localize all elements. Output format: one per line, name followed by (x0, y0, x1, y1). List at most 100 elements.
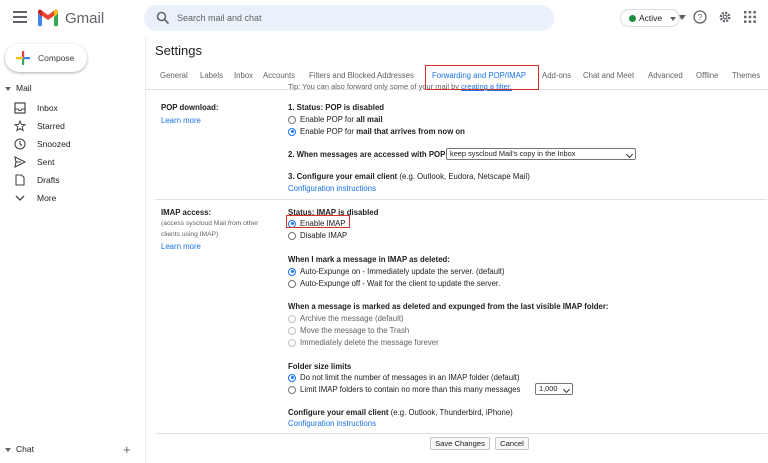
collapse-icon (5, 86, 11, 91)
tab-add-ons[interactable]: Add-ons (542, 71, 571, 80)
pop-all-mail-option[interactable]: Enable POP for all mail (288, 114, 383, 125)
radio-button[interactable] (288, 231, 296, 240)
sidebar-item-inbox[interactable]: Inbox (0, 99, 140, 117)
radio-button[interactable] (288, 115, 296, 124)
pop-status: 1. Status: POP is disabled (288, 103, 385, 112)
pop-configure-client: 3. Configure your email client (e.g. Out… (288, 172, 530, 181)
option-label: Move the message to the Trash (300, 326, 410, 335)
pop-configuration-instructions-link[interactable]: Configuration instructions (288, 184, 376, 193)
section-divider (155, 199, 767, 200)
select-value: keep syscloud Mail's copy in the Inbox (450, 149, 576, 158)
gmail-logo[interactable]: Gmail (36, 9, 104, 27)
radio-button-selected[interactable] (288, 373, 296, 382)
inbox-icon (14, 102, 26, 114)
pop-from-now-option[interactable]: Enable POP for mail that arrives from no… (288, 126, 465, 137)
disable-imap-option[interactable]: Disable IMAP (288, 230, 347, 241)
no-limit-option[interactable]: Do not limit the number of messages in a… (288, 372, 520, 383)
sidebar-item-label: Inbox (37, 103, 58, 113)
page-title: Settings (155, 43, 202, 58)
status-selector[interactable]: Active (620, 9, 680, 27)
help-icon[interactable]: ? (693, 10, 707, 24)
chevron-down-icon (670, 17, 676, 21)
send-icon (14, 156, 26, 168)
archive-option[interactable]: Archive the message (default) (288, 313, 404, 324)
tab-themes[interactable]: Themes (732, 71, 760, 80)
nav-section-label: Mail (16, 83, 32, 93)
sidebar-item-label: More (37, 193, 57, 203)
tab-filters[interactable]: Filters and Blocked Addresses (309, 71, 414, 80)
settings-gear-icon[interactable] (718, 10, 732, 24)
plus-icon (16, 51, 30, 65)
pop-learn-more-link[interactable]: Learn more (161, 116, 201, 125)
sidebar-item-label: Drafts (37, 175, 60, 185)
radio-button-disabled[interactable] (288, 338, 296, 347)
limit-option[interactable]: Limit IMAP folders to contain no more th… (288, 384, 520, 395)
star-icon (14, 120, 26, 132)
search-bar[interactable] (144, 5, 686, 31)
sidebar-item-drafts[interactable]: Drafts (0, 171, 140, 189)
chevron-down-icon (15, 195, 25, 201)
pop-section-title: POP download: (161, 103, 219, 112)
imap-note: (access syscloud Mail from other clients… (161, 220, 259, 238)
radio-button-disabled[interactable] (288, 314, 296, 323)
sidebar-item-snoozed[interactable]: Snoozed (0, 135, 140, 153)
search-input[interactable] (177, 10, 517, 26)
tab-accounts[interactable]: Accounts (263, 71, 295, 80)
cancel-button[interactable]: Cancel (495, 437, 529, 450)
compose-button[interactable]: Compose (5, 44, 87, 72)
nav-section-chat[interactable]: Chat (5, 444, 34, 454)
imap-configuration-instructions-link[interactable]: Configuration instructions (288, 419, 376, 428)
status-label: Active (639, 13, 663, 23)
sidebar-item-more[interactable]: More (0, 189, 140, 207)
sidebar-item-sent[interactable]: Sent (0, 153, 140, 171)
option-label: Immediately delete the message forever (300, 338, 439, 347)
tab-inbox[interactable]: Inbox (234, 71, 253, 80)
main-menu-icon[interactable] (13, 11, 27, 23)
sidebar-item-label: Starred (37, 121, 65, 131)
radio-button[interactable] (288, 279, 296, 288)
option-label: Auto-Expunge on - Immediately update the… (300, 267, 505, 276)
create-filter-link[interactable]: creating a filter. (461, 82, 512, 91)
auto-expunge-off-option[interactable]: Auto-Expunge off - Wait for the client t… (288, 278, 500, 289)
auto-expunge-on-option[interactable]: Auto-Expunge on - Immediately update the… (288, 266, 505, 277)
clock-icon (14, 138, 26, 150)
radio-button-selected[interactable] (288, 127, 296, 136)
save-changes-button[interactable]: Save Changes (430, 437, 490, 450)
pop-access-label: 2. When messages are accessed with POP (288, 150, 446, 159)
nav-section-label: Chat (16, 444, 34, 454)
radio-button[interactable] (288, 385, 296, 394)
pop-access-select[interactable]: keep syscloud Mail's copy in the Inbox (446, 148, 636, 160)
option-label: Archive the message (default) (300, 314, 404, 323)
filter-tip-fragment: Tip: You can also forward only some of y… (288, 82, 512, 91)
sidebar-item-label: Snoozed (37, 139, 71, 149)
enable-imap-highlight (286, 215, 350, 228)
radio-button-selected[interactable] (288, 267, 296, 276)
option-label: Disable IMAP (300, 231, 348, 240)
app-name: Gmail (65, 9, 105, 27)
imap-deleted-header: When I mark a message in IMAP as deleted… (288, 255, 450, 264)
sidebar-item-starred[interactable]: Starred (0, 117, 140, 135)
option-label: Limit IMAP folders to contain no more th… (300, 385, 521, 394)
apps-grid-icon[interactable] (743, 10, 757, 24)
collapse-icon (5, 447, 11, 452)
delete-forever-option[interactable]: Immediately delete the message forever (288, 337, 439, 348)
message-limit-select[interactable]: 1,000 (535, 383, 573, 395)
imap-configure-client: Configure your email client (e.g. Outloo… (288, 408, 513, 417)
search-icon[interactable] (156, 11, 170, 25)
draft-icon (15, 174, 25, 186)
filter-tip-text: Tip: You can also forward only some of y… (288, 82, 460, 91)
tab-labels[interactable]: Labels (200, 71, 223, 80)
new-chat-plus-icon[interactable]: + (123, 442, 131, 457)
tab-offline[interactable]: Offline (696, 71, 718, 80)
nav-section-mail[interactable]: Mail (5, 83, 32, 93)
chevron-down-icon (625, 150, 634, 159)
select-value: 1,000 (539, 384, 558, 393)
move-to-trash-option[interactable]: Move the message to the Trash (288, 325, 409, 336)
imap-learn-more-link[interactable]: Learn more (161, 242, 201, 251)
tab-general[interactable]: General (160, 71, 188, 80)
tab-chat-meet[interactable]: Chat and Meet (583, 71, 634, 80)
tab-advanced[interactable]: Advanced (648, 71, 683, 80)
folder-size-header: Folder size limits (288, 362, 352, 371)
radio-button-disabled[interactable] (288, 326, 296, 335)
top-bar: Gmail Active ? (0, 0, 768, 37)
